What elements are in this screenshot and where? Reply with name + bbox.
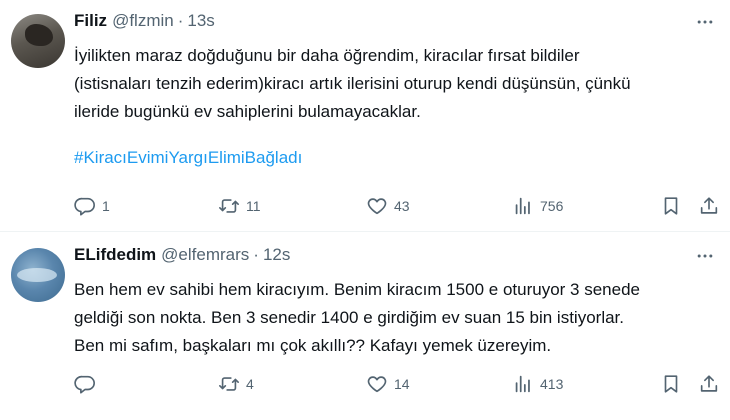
reply-icon [74, 197, 95, 216]
tweet-text: İyilikten maraz doğduğunu bir daha öğren… [74, 42, 714, 172]
retweet-icon [219, 199, 239, 213]
timestamp[interactable]: 12s [263, 245, 290, 265]
user-handle[interactable]: @elfemrars [161, 245, 249, 265]
reply-button[interactable]: 1 [74, 192, 110, 220]
tweet-text-line: Ben hem ev sahibi hem kiracıyım. Benim k… [74, 280, 640, 299]
views-icon [515, 197, 530, 215]
more-icon [697, 254, 713, 258]
display-name[interactable]: ELifdedim [74, 245, 156, 265]
retweet-count: 4 [246, 376, 254, 392]
bookmark-button[interactable] [660, 370, 682, 398]
separator-dot: · [253, 245, 259, 264]
tweet[interactable]: Filiz @flzmin · 13s İyilikten maraz doğd… [0, 0, 730, 232]
like-button[interactable]: 43 [366, 192, 410, 220]
tweet-text-line: Ben mi safım, başkaları mı çok akıllı?? … [74, 336, 552, 355]
hashtag-link[interactable]: #KiracıEvimiYargıElimiBağladı [74, 144, 714, 172]
tweet[interactable]: ELifdedim @elfemrars · 12s Ben hem ev sa… [0, 232, 730, 420]
share-icon [700, 375, 718, 392]
retweet-button[interactable]: 11 [218, 192, 261, 220]
tweet-text-line: ileride bugünkü ev sahiplerini bulamayac… [74, 102, 421, 121]
tweet-header: ELifdedim @elfemrars · 12s [74, 244, 290, 266]
separator-dot: · [177, 11, 184, 30]
share-button[interactable] [698, 192, 720, 220]
like-button[interactable]: 14 [366, 370, 410, 398]
like-icon [367, 376, 387, 393]
bookmark-icon [664, 375, 678, 393]
like-count: 14 [394, 376, 410, 392]
share-icon [700, 197, 718, 214]
bookmark-button[interactable] [660, 192, 682, 220]
reply-button[interactable] [74, 370, 102, 398]
view-count: 413 [540, 376, 564, 392]
avatar[interactable] [11, 248, 65, 302]
tweet-text-line: İyilikten maraz doğduğunu bir daha öğren… [74, 46, 580, 65]
reply-icon [74, 375, 95, 394]
tweet-text-line: (istisnaları tenzih ederim)kiracı artık … [74, 74, 631, 93]
views-button[interactable]: 756 [512, 192, 563, 220]
more-options-button[interactable] [694, 245, 716, 267]
views-button[interactable]: 413 [512, 370, 563, 398]
tweet-text-line: geldiği son nokta. Ben 3 senedir 1400 e … [74, 308, 625, 327]
tweet-text: Ben hem ev sahibi hem kiracıyım. Benim k… [74, 276, 714, 360]
like-count: 43 [394, 198, 410, 214]
timestamp[interactable]: 13s [187, 11, 214, 31]
like-icon [367, 198, 387, 215]
user-handle[interactable]: @flzmin [112, 11, 174, 31]
share-button[interactable] [698, 370, 720, 398]
retweet-count: 11 [246, 198, 261, 214]
retweet-button[interactable]: 4 [218, 370, 254, 398]
tweet-header: Filiz @flzmin · 13s [74, 10, 215, 32]
display-name[interactable]: Filiz [74, 11, 107, 31]
retweet-icon [219, 377, 239, 391]
more-options-button[interactable] [694, 11, 716, 33]
tweet-actions: 4 14 413 [74, 370, 724, 398]
tweet-actions: 1 11 43 756 [74, 192, 724, 220]
views-icon [515, 375, 530, 393]
reply-count: 1 [102, 198, 110, 214]
avatar[interactable] [11, 14, 65, 68]
bookmark-icon [664, 197, 678, 215]
view-count: 756 [540, 198, 564, 214]
more-icon [697, 20, 713, 24]
